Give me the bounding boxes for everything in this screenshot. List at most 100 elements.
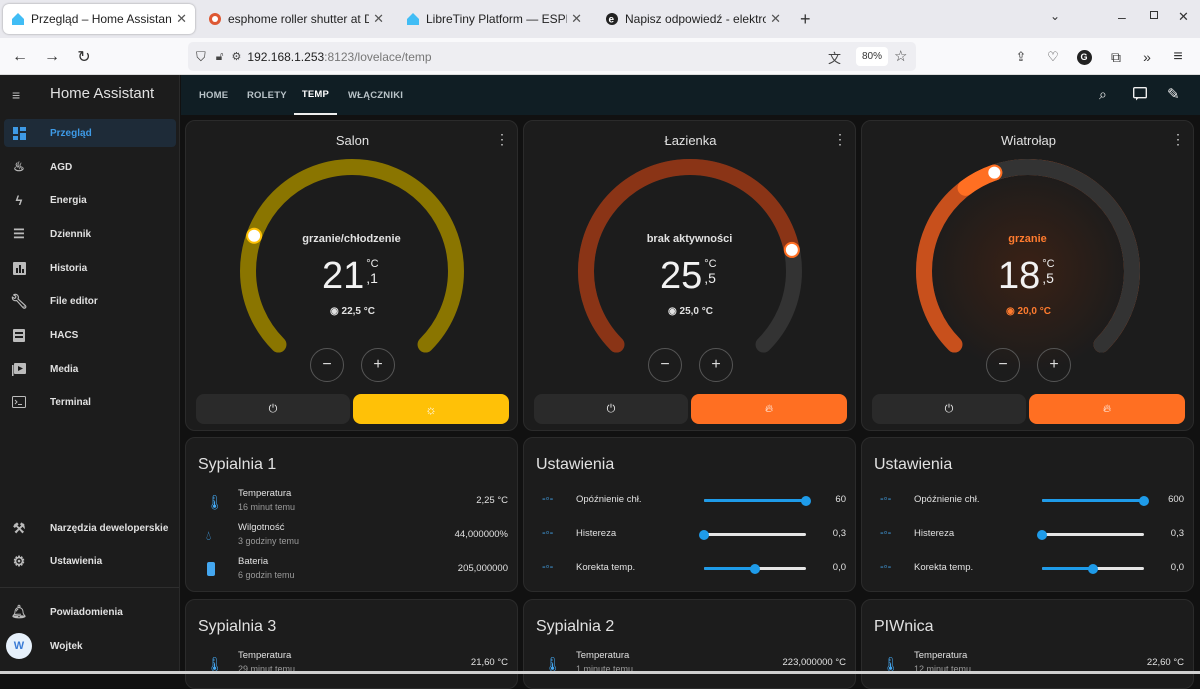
entity-row[interactable]: 🌡︎ Temperatura 1 minute temu 223,000000 … <box>536 650 846 680</box>
list-icon: ☰ <box>13 226 25 241</box>
entity-row[interactable]: 🌡︎ Temperatura 16 minut temu 2,25 °C <box>198 488 508 518</box>
sidebar-item-przeglad[interactable]: Przegląd <box>4 119 176 147</box>
home-assistant-logo-icon <box>406 12 420 26</box>
entity-row[interactable]: 🌡︎ Temperatura 29 minut temu 21,60 °C <box>198 650 508 680</box>
sidebar-item-file-editor[interactable]: 🔧︎ File editor <box>4 287 176 315</box>
slider-knob[interactable] <box>750 563 760 574</box>
number-slider[interactable] <box>699 529 806 540</box>
number-slider[interactable] <box>1042 495 1149 506</box>
sidebar-item-energia[interactable]: ϟ Energia <box>4 186 176 214</box>
extension-g-icon[interactable]: G <box>1072 45 1096 69</box>
browser-tab-esphome[interactable]: esphome roller shutter at Du ✕ <box>200 4 392 34</box>
translate-icon[interactable]: 文 <box>828 48 841 67</box>
sidebar-item-agd[interactable]: ♨ AGD <box>4 153 176 181</box>
tab-home[interactable]: HOME <box>199 75 228 115</box>
mode-heat-cool-button[interactable]: ☼ <box>353 394 509 424</box>
sidebar-item-dziennik[interactable]: ☰ Dziennik <box>4 220 176 248</box>
browser-tab-elektroda[interactable]: e Napisz odpowiedź - elektroda ✕ <box>597 4 789 34</box>
zoom-level[interactable]: 80% <box>856 47 889 66</box>
pocket-icon[interactable]: ♡ <box>1041 45 1065 69</box>
number-slider[interactable] <box>1037 529 1144 540</box>
sidebar-item-media[interactable]: Media <box>4 355 176 383</box>
sidebar-item-label: Terminal <box>50 396 91 408</box>
sidebar-toggle-icon[interactable]: ≡ <box>12 87 20 103</box>
sidebar-item-label: Ustawienia <box>50 555 103 567</box>
entity-last-changed: 16 minut temu <box>238 502 296 512</box>
entity-name: Temperatura <box>238 488 292 499</box>
setpoint-knob[interactable] <box>783 241 800 258</box>
sidebar-item-hacs[interactable]: HACS <box>4 321 176 349</box>
tab-list-chevron-icon[interactable]: ⌄ <box>1050 9 1060 23</box>
thermostat-dial[interactable] <box>186 121 519 381</box>
tab-rolety[interactable]: ROLETY <box>247 75 287 115</box>
mode-heat-button[interactable]: 🔥︎ <box>1029 394 1185 424</box>
entity-row[interactable]: 🌡︎ Temperatura 12 minut temu 22,60 °C <box>874 650 1184 680</box>
sidebar-item-user[interactable]: W Wojtek <box>4 632 176 660</box>
increase-button[interactable]: + <box>699 348 733 382</box>
slider-row-icon: -◦- <box>542 561 554 573</box>
number-slider[interactable] <box>704 563 806 574</box>
reload-icon[interactable]: ↻ <box>72 45 96 69</box>
bookmarks-save-icon[interactable]: ⇪ <box>1009 45 1033 69</box>
mode-off-button[interactable]: ⏻ <box>872 394 1026 424</box>
sidebar-item-historia[interactable]: Historia <box>4 254 176 282</box>
minimize-icon[interactable]: – <box>1118 9 1126 25</box>
tab-temp[interactable]: TEMP <box>294 75 337 115</box>
mode-off-button[interactable]: ⏻ <box>196 394 350 424</box>
close-icon[interactable]: ✕ <box>770 11 781 27</box>
address-bar[interactable]: ⛉ 🔓︎ ⚙︎ 192.168.1.253:8123/lovelace/temp… <box>188 42 916 71</box>
permissions-icon[interactable]: ⚙︎ <box>232 50 242 63</box>
browser-tab-libretiny[interactable]: LibreTiny Platform — ESPHon ✕ <box>398 4 590 34</box>
slider-knob[interactable] <box>1139 495 1149 506</box>
decrease-button[interactable]: − <box>310 348 344 382</box>
shield-icon[interactable]: ⛉ <box>196 49 206 65</box>
entity-row[interactable]: Bateria 6 godzin temu 205,000000 <box>198 556 508 586</box>
thermostat-dial[interactable] <box>524 121 857 381</box>
slider-knob[interactable] <box>1088 563 1098 574</box>
sidebar-item-dev-tools[interactable]: ⚒︎ Narzędzia deweloperskie <box>4 514 176 542</box>
edit-pencil-icon[interactable]: ✎ <box>1167 85 1180 103</box>
back-arrow-icon[interactable]: ← <box>8 45 32 69</box>
mode-heat-button[interactable]: 🔥︎ <box>691 394 847 424</box>
entity-row[interactable]: 💧︎ Wilgotność 3 godziny temu 44,000000% <box>198 522 508 552</box>
slider-knob[interactable] <box>1037 529 1047 540</box>
thermostat-dial[interactable] <box>862 121 1195 381</box>
search-icon[interactable]: ⌕ <box>1099 86 1107 103</box>
close-icon[interactable]: ✕ <box>373 11 384 27</box>
extensions-puzzle-icon[interactable]: ⧉ <box>1104 45 1128 69</box>
hvac-state: brak aktywności <box>646 233 733 245</box>
increase-button[interactable]: + <box>361 348 395 382</box>
sidebar-item-label: Media <box>50 363 79 375</box>
number-slider[interactable] <box>1042 563 1144 574</box>
slider-label: Histereza <box>914 528 955 539</box>
overflow-chevrons-icon[interactable]: » <box>1135 45 1159 69</box>
increase-button[interactable]: + <box>1037 348 1071 382</box>
slider-knob[interactable] <box>801 495 811 506</box>
close-icon[interactable]: ✕ <box>571 11 582 27</box>
slider-row-icon: -◦- <box>880 527 892 539</box>
home-assistant-logo-icon <box>11 12 25 26</box>
sidebar-item-terminal[interactable]: Terminal <box>4 388 176 416</box>
number-slider[interactable] <box>704 495 811 506</box>
mode-off-button[interactable]: ⏻ <box>534 394 688 424</box>
close-icon[interactable]: ✕ <box>176 11 187 27</box>
menu-hamburger-icon[interactable]: ≡ <box>1166 45 1190 69</box>
browser-nav-bar: ← → ↻ ⛉ 🔓︎ ⚙︎ 192.168.1.253:8123/lovelac… <box>0 38 1200 75</box>
window-close-icon[interactable]: ✕ <box>1178 9 1189 25</box>
slider-row-icon: -◦- <box>880 493 892 505</box>
browser-tab-home-assistant[interactable]: Przegląd – Home Assistant ✕ <box>3 4 195 34</box>
sidebar-item-settings[interactable]: ⚙︎ Ustawienia <box>4 547 176 575</box>
insecure-lock-icon[interactable]: 🔓︎ <box>216 49 224 64</box>
decrease-button[interactable]: − <box>986 348 1020 382</box>
decrease-button[interactable]: − <box>648 348 682 382</box>
bell-icon: 🔔︎ <box>10 604 28 619</box>
maximize-icon[interactable] <box>1150 11 1158 19</box>
setpoint-knob[interactable] <box>986 164 1003 181</box>
forward-arrow-icon[interactable]: → <box>40 45 64 69</box>
tab-wlaczniki[interactable]: WŁĄCZNIKI <box>348 75 403 115</box>
new-tab-icon[interactable]: + <box>800 9 811 30</box>
slider-knob[interactable] <box>699 529 709 540</box>
sidebar-item-notifications[interactable]: 🔔︎ Powiadomienia <box>4 598 176 626</box>
assist-chat-icon[interactable] <box>1132 86 1148 106</box>
bookmark-star-icon[interactable]: ☆ <box>894 47 907 65</box>
